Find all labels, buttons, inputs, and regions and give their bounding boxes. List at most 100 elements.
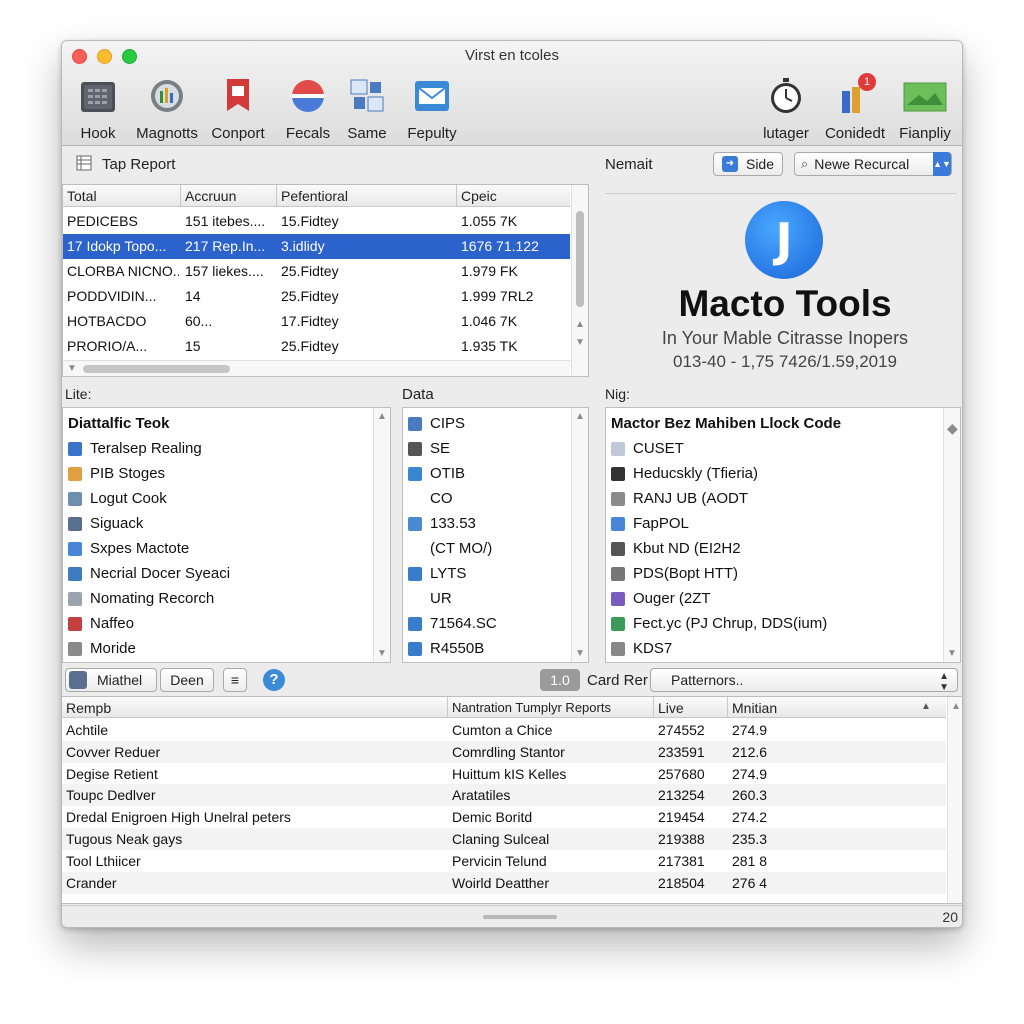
pattern-select[interactable]: Patternors.. ▲ ▼ bbox=[650, 668, 958, 693]
scroll-left-icon[interactable]: ▼ bbox=[67, 363, 77, 374]
report-row[interactable]: CLORBA NICNO... 157 liekes.... 25.Fidtey 1.… bbox=[63, 259, 570, 284]
table-cell: 219388 bbox=[658, 831, 705, 847]
report-row[interactable]: 17 Idokp Topo... 217 Rep.In... 3.idlidy 167… bbox=[63, 234, 570, 259]
column-header[interactable]: Cpeic bbox=[461, 188, 497, 204]
lite-list-item[interactable]: Necrial Docer Syeaci bbox=[68, 561, 230, 586]
scroll-down-icon[interactable]: ▼ bbox=[377, 648, 387, 659]
column-header[interactable]: Rempb bbox=[66, 700, 111, 716]
lite-list-item[interactable]: Sxpes Mactote bbox=[68, 536, 189, 561]
column-header[interactable]: Accruun bbox=[185, 188, 236, 204]
data-list-item[interactable]: CO bbox=[408, 486, 453, 511]
lite-list-item[interactable]: Teralsep Realing bbox=[68, 436, 202, 461]
sort-ascending-icon[interactable]: ▲ bbox=[921, 701, 931, 712]
column-header[interactable]: Total bbox=[67, 188, 97, 204]
lite-scrollbar[interactable]: ▲ ▼ bbox=[373, 408, 390, 662]
data-list-item[interactable]: LYTS bbox=[408, 561, 466, 586]
toolbar-fepulty-button[interactable]: Fepulty bbox=[397, 77, 467, 142]
scroll-up-icon[interactable]: ▲ bbox=[575, 411, 585, 422]
table-row[interactable]: Tool Lthiicer Pervicin Telund 217381 281 8 bbox=[62, 850, 946, 872]
column-header[interactable]: Nantration Tumplyr Reports bbox=[452, 700, 611, 715]
data-list-item[interactable]: 71564.SC bbox=[408, 611, 497, 636]
nig-scrollbar[interactable]: ◆ ▼ bbox=[943, 408, 960, 662]
toolbar-magnotts-button[interactable]: Magnotts bbox=[132, 77, 202, 142]
table-row[interactable]: Achtile Cumton a Chice 274552 274.9 bbox=[62, 719, 946, 741]
nig-list-item[interactable]: FapPOL bbox=[611, 511, 689, 536]
side-button[interactable]: ➜ Side bbox=[713, 152, 783, 176]
deen-button[interactable]: Deen bbox=[160, 668, 214, 692]
table-row[interactable]: Dredal Enigroen High Unelral peters Demic… bbox=[62, 806, 946, 828]
table-row[interactable]: Toupc Dedlver Aratatiles 213254 260.3 bbox=[62, 784, 946, 807]
nig-list-item-label: Ouger (2ZT bbox=[633, 590, 711, 607]
scroll-up-icon[interactable]: ▲ bbox=[951, 701, 961, 712]
lite-list-item[interactable]: PIB Stoges bbox=[68, 461, 165, 486]
menu-button[interactable]: ≡ bbox=[223, 668, 247, 692]
scroll-thumb[interactable] bbox=[576, 211, 584, 307]
color-wheel-icon bbox=[289, 77, 327, 115]
nig-list-item[interactable]: RANJ UB (AODT bbox=[611, 486, 748, 511]
data-scrollbar[interactable]: ▲ ▼ bbox=[571, 408, 588, 662]
data-list-item[interactable]: UR bbox=[408, 586, 452, 611]
help-icon[interactable]: ? bbox=[263, 669, 285, 691]
table-row[interactable]: Crander Woirld Deatther 218504 276 4 bbox=[62, 871, 946, 894]
data-list-item[interactable]: 133.53 bbox=[408, 511, 476, 536]
toolbar-label: Conport bbox=[211, 125, 265, 142]
column-header[interactable]: Live bbox=[658, 700, 684, 716]
lite-list-item[interactable]: Siguack bbox=[68, 511, 143, 536]
report-vertical-scrollbar[interactable]: ▲ ▼ bbox=[571, 185, 588, 376]
toolbar-conport-button[interactable]: Conport bbox=[203, 77, 273, 142]
lite-list-item[interactable]: Nomating Recorch bbox=[68, 586, 214, 611]
data-list-item[interactable]: (CT MO/) bbox=[408, 536, 492, 561]
report-cell: 17.Fidtey bbox=[281, 313, 339, 329]
nig-list-item[interactable]: Mactor Bez Mahiben Llock Code bbox=[611, 411, 841, 436]
data-list-item[interactable]: R4550B bbox=[408, 636, 484, 661]
mathel-label: Miathel bbox=[97, 672, 143, 688]
nig-list-item[interactable]: Ouger (2ZT bbox=[611, 586, 711, 611]
nig-list-item[interactable]: Kbut ND (EI2H2 bbox=[611, 536, 741, 561]
nig-list-item-label: KDS7 bbox=[633, 640, 673, 657]
record-select[interactable]: ⌕ Newe Recurcal ▲▼ bbox=[794, 152, 952, 176]
report-horizontal-scrollbar[interactable]: ▼ bbox=[63, 360, 570, 376]
lite-list-item[interactable]: Naffeo bbox=[68, 611, 134, 636]
item-spacer bbox=[408, 592, 422, 606]
bottom-table-scrollbar[interactable]: ▲ bbox=[947, 697, 962, 903]
resize-handle[interactable] bbox=[483, 915, 557, 919]
scroll-up-icon[interactable]: ▲ bbox=[377, 411, 387, 422]
scroll-thumb-icon[interactable]: ◆ bbox=[947, 420, 958, 437]
column-header[interactable]: Pefentioral bbox=[281, 188, 348, 204]
nig-list-item-label: Kbut ND (EI2H2 bbox=[633, 540, 741, 557]
scroll-up-icon[interactable]: ▲ bbox=[575, 319, 585, 330]
toolbar-same-button[interactable]: Same bbox=[332, 77, 402, 142]
scroll-down-icon[interactable]: ▼ bbox=[575, 337, 585, 348]
scroll-down-icon[interactable]: ▼ bbox=[947, 648, 957, 659]
column-header[interactable]: Mnitian bbox=[732, 700, 777, 716]
scroll-thumb[interactable] bbox=[83, 365, 230, 373]
nig-list-item[interactable]: Fect.yc (PJ Chrup, DDS(ium) bbox=[611, 611, 827, 636]
nig-list-item[interactable]: KDS7 bbox=[611, 636, 672, 661]
table-cell: Dredal Enigroen High Unelral peters bbox=[66, 809, 291, 826]
data-list-item[interactable]: CIPS bbox=[408, 411, 465, 436]
report-row[interactable]: PRORIO/A... 15 25.Fidtey 1.935 TK bbox=[63, 334, 570, 359]
lite-list-item[interactable]: Logut Cook bbox=[68, 486, 167, 511]
nig-list-item[interactable]: CUSET bbox=[611, 436, 684, 461]
nig-list-item[interactable]: PDS(Bopt HTT) bbox=[611, 561, 738, 586]
toolbar-hook-button[interactable]: Hook bbox=[63, 77, 133, 142]
notification-icon: 1 bbox=[836, 73, 876, 115]
table-row[interactable]: Covver Reduer Comrdling Stantor 233591 212.… bbox=[62, 740, 946, 763]
scroll-down-icon[interactable]: ▼ bbox=[575, 648, 585, 659]
mathel-button[interactable]: Miathel bbox=[65, 668, 157, 692]
report-row[interactable]: HOTBACDO 60... 17.Fidtey 1.046 7K bbox=[63, 309, 570, 334]
lite-list-item[interactable]: Diattalfic Teok bbox=[68, 411, 169, 436]
data-list-item[interactable]: SE bbox=[408, 436, 450, 461]
table-row[interactable]: Degise Retient Huittum kIS Kelles 257680 27… bbox=[62, 763, 946, 785]
toolbar-conidedt-button[interactable]: 1 Conidedt bbox=[820, 73, 890, 142]
lite-list-item[interactable]: Moride bbox=[68, 636, 136, 661]
table-row[interactable]: Tugous Neak gays Claning Sulceal 219388 235… bbox=[62, 828, 946, 850]
toolbar-lutager-button[interactable]: lutager bbox=[751, 77, 821, 142]
data-list-item[interactable]: OTIB bbox=[408, 461, 465, 486]
lite-list-item-label: Nomating Recorch bbox=[90, 590, 215, 607]
nig-list-item[interactable]: Heducskly (Tfieria) bbox=[611, 461, 758, 486]
toolbar-fianpliy-button[interactable]: Fianpliy bbox=[890, 77, 960, 142]
lite-label: Lite: bbox=[65, 386, 92, 402]
report-row[interactable]: PEDICEBS 151 itebes.... 15.Fidtey 1.055 7K bbox=[63, 209, 570, 234]
report-row[interactable]: PODDVIDIN... 14 25.Fidtey 1.999 7RL2 bbox=[63, 284, 570, 309]
